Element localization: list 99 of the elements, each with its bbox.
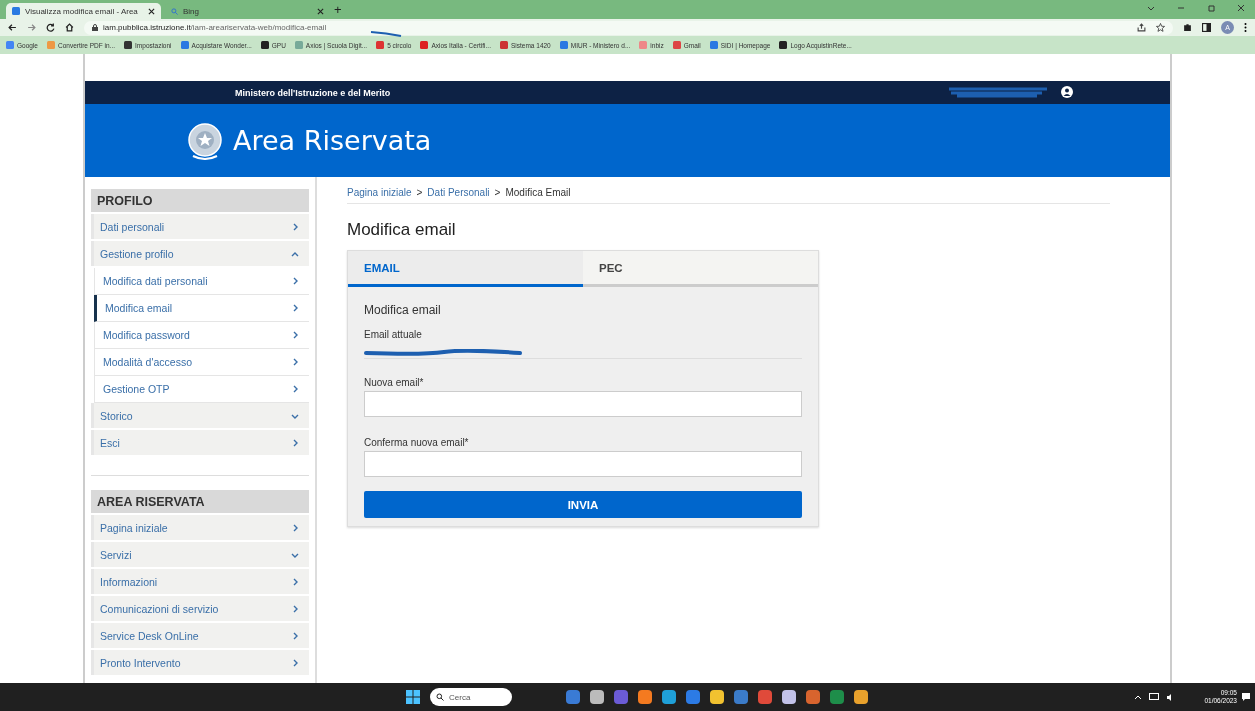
chevron-right-icon [291, 577, 299, 586]
taskbar-search[interactable]: Cerca [430, 688, 512, 706]
email-field[interactable] [364, 451, 802, 477]
chevron-right-icon [291, 631, 299, 640]
taskbar-app-icon[interactable] [806, 690, 820, 704]
section-heading: AREA RISERVATA [91, 490, 309, 513]
taskbar-app-icon[interactable] [566, 690, 580, 704]
search-icon [171, 7, 178, 15]
sidebar-subitem[interactable]: Gestione OTP [94, 376, 309, 403]
field-label: Conferma nuova email* [364, 437, 470, 448]
email-field[interactable] [364, 391, 802, 417]
sidebar-item[interactable]: Pagina iniziale [91, 515, 309, 540]
emblem-icon [187, 121, 223, 160]
bookmark-icon [420, 41, 429, 49]
chevron-right-icon [291, 438, 299, 447]
bookmark-icon [709, 41, 718, 49]
taskbar-app-icon[interactable] [734, 690, 748, 704]
close-icon[interactable] [317, 7, 324, 15]
sidebar-item[interactable]: Informazioni [91, 569, 309, 594]
sidebar-item[interactable]: Service Desk OnLine [91, 623, 309, 648]
bookmark-icon [779, 41, 788, 49]
sidebar-subitem[interactable]: Modalità d'accesso [94, 349, 309, 376]
breadcrumb-link[interactable]: Pagina iniziale [347, 187, 412, 198]
browser-tab[interactable]: Visualizza modifica email - Area [6, 3, 161, 19]
taskbar-app-icon[interactable] [662, 690, 676, 704]
back-icon[interactable] [8, 23, 17, 32]
chevron-right-icon [291, 304, 299, 312]
sidebar-item[interactable]: Storico [91, 403, 309, 428]
taskbar-app-icon[interactable] [830, 690, 844, 704]
section-heading: PROFILO [91, 189, 309, 212]
bookmark-icon [639, 41, 648, 49]
reload-icon[interactable] [46, 23, 55, 32]
form-heading: Modifica email [364, 303, 442, 317]
star-icon[interactable] [1156, 23, 1165, 32]
breadcrumb-separator: > [494, 187, 501, 198]
breadcrumb-separator: > [416, 187, 423, 198]
bookmark-icon [180, 41, 189, 49]
sidebar-item[interactable]: Pronto Intervento [91, 650, 309, 675]
side-panel-icon[interactable] [1202, 23, 1211, 32]
taskbar-app-icon[interactable] [638, 690, 652, 704]
user-icon[interactable] [1061, 86, 1073, 98]
chevron-right-icon [291, 658, 299, 667]
chevron-right-icon [291, 385, 299, 393]
taskbar-app-icon[interactable] [614, 690, 628, 704]
bookmark-icon [6, 41, 14, 49]
bookmark-icon [294, 41, 303, 49]
share-icon[interactable] [1137, 23, 1146, 32]
new-tab-button[interactable]: + [334, 2, 342, 17]
chevron-right-icon [291, 222, 299, 231]
bookmark-icon [124, 41, 133, 49]
restore-icon[interactable] [1207, 4, 1215, 12]
search-icon [436, 693, 444, 701]
menu-icon[interactable] [1244, 23, 1247, 32]
form-tab[interactable]: PEC [583, 251, 818, 287]
bookmark-icon [559, 41, 568, 49]
sidebar-item[interactable]: Comunicazioni di servizio [91, 596, 309, 621]
address-bar[interactable]: iam.pubblica.istruzione.it/iam-areariservata-web/modifica-email [84, 20, 1173, 35]
sidebar-item[interactable]: Gestione profilo [91, 241, 309, 266]
sidebar-subitem[interactable]: Modifica email [94, 295, 309, 322]
field-label: Email attuale [364, 329, 423, 340]
chevron-right-icon [291, 358, 299, 366]
breadcrumb-link[interactable]: Dati Personali [427, 187, 490, 198]
page-title: Modifica email [347, 220, 457, 240]
scribble-mark [370, 30, 402, 37]
form-tab[interactable]: EMAIL [348, 251, 583, 287]
taskbar-app-icon[interactable] [710, 690, 724, 704]
site-title: Area Riservata [233, 125, 432, 156]
bookmark-icon [260, 41, 269, 49]
close-icon[interactable] [148, 7, 155, 15]
bookmark-icon [500, 41, 508, 49]
lock-icon [92, 24, 98, 31]
taskbar-app-icon[interactable] [782, 690, 796, 704]
chevron-up-icon[interactable] [1134, 693, 1142, 701]
field-label: Nuova email* [364, 377, 425, 388]
home-icon[interactable] [65, 23, 74, 32]
sidebar-subitem[interactable]: Modifica dati personali [94, 268, 309, 295]
bookmark-icon [46, 41, 55, 49]
bookmark-icon [376, 41, 385, 49]
sidebar-item[interactable]: Dati personali [91, 214, 309, 239]
submit-button[interactable]: INVIA [364, 491, 802, 518]
close-icon[interactable] [1237, 4, 1245, 12]
chevron-right-icon [291, 604, 299, 613]
forward-icon[interactable] [27, 23, 36, 32]
ministry-name: Ministero dell'Istruzione e del Merito [235, 87, 391, 98]
bookmark-icon [672, 41, 681, 49]
sidebar-item[interactable]: Esci [91, 430, 309, 455]
site-icon [12, 7, 20, 15]
sidebar-item[interactable]: Servizi [91, 542, 309, 567]
notification-icon[interactable] [1242, 692, 1250, 702]
taskbar-app-icon[interactable] [854, 690, 868, 704]
chevron-right-icon [291, 277, 299, 285]
chevron-right-icon [291, 331, 299, 339]
chevron-right-icon [291, 523, 299, 532]
taskbar-app-icon[interactable] [758, 690, 772, 704]
windows-icon[interactable] [406, 690, 420, 704]
taskbar-app-icon[interactable] [686, 690, 700, 704]
breadcrumb-current: Modifica Email [505, 187, 571, 198]
taskbar-app-icon[interactable] [590, 690, 604, 704]
sidebar-subitem[interactable]: Modifica password [94, 322, 309, 349]
